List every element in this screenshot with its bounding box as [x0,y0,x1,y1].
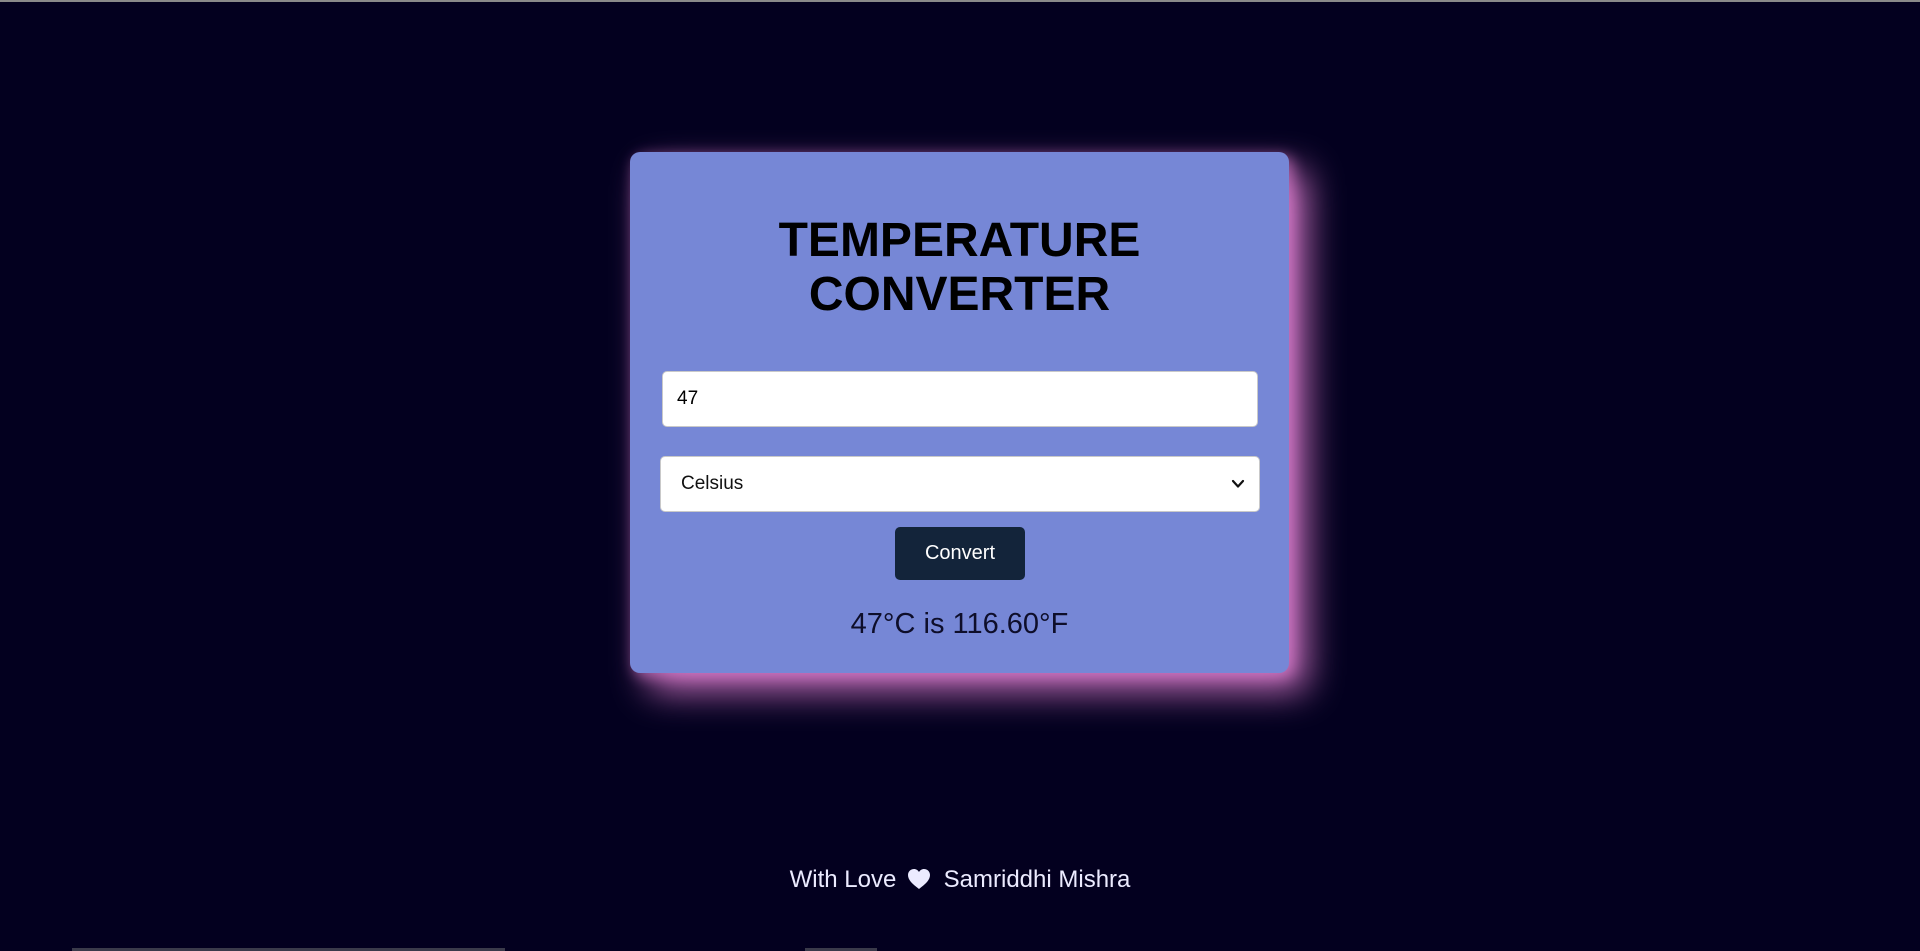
footer-text-before: With Love [789,866,897,893]
page-title: TEMPERATURE CONVERTER [630,214,1289,322]
title-line-2: CONVERTER [808,268,1111,321]
footer-author: Samriddhi Mishra [943,866,1131,893]
chevron-down-icon [1231,479,1245,488]
temperature-input[interactable] [662,371,1258,427]
title-line-1: TEMPERATURE [778,214,1141,267]
unit-select[interactable]: Celsius [660,456,1260,512]
conversion-result: 47°C is 116.60°F [850,608,1069,640]
unit-select-value: Celsius [681,473,744,494]
window-top-border [0,0,1920,2]
footer-credit: With Love Samriddhi Mishra [0,866,1920,894]
heart-icon [907,869,930,889]
convert-button[interactable]: Convert [895,527,1025,580]
converter-card: TEMPERATURE CONVERTER Celsius Convert 47… [630,152,1289,673]
